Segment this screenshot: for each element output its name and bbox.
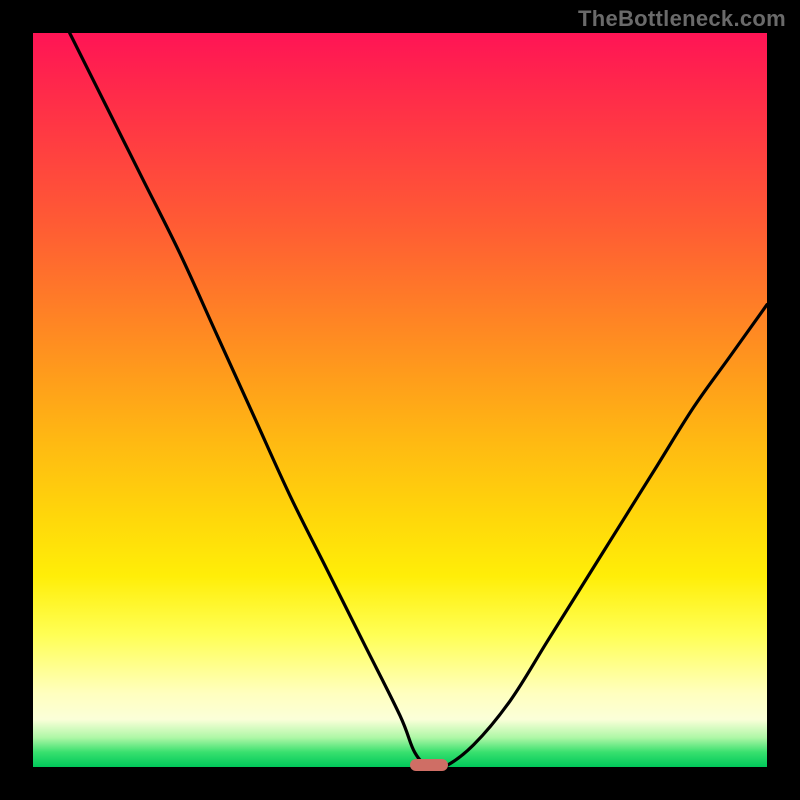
watermark-text: TheBottleneck.com (578, 6, 786, 32)
curve-minimum-marker (410, 759, 448, 771)
plot-gradient-background (33, 33, 767, 767)
chart-wrapper: TheBottleneck.com (0, 0, 800, 800)
